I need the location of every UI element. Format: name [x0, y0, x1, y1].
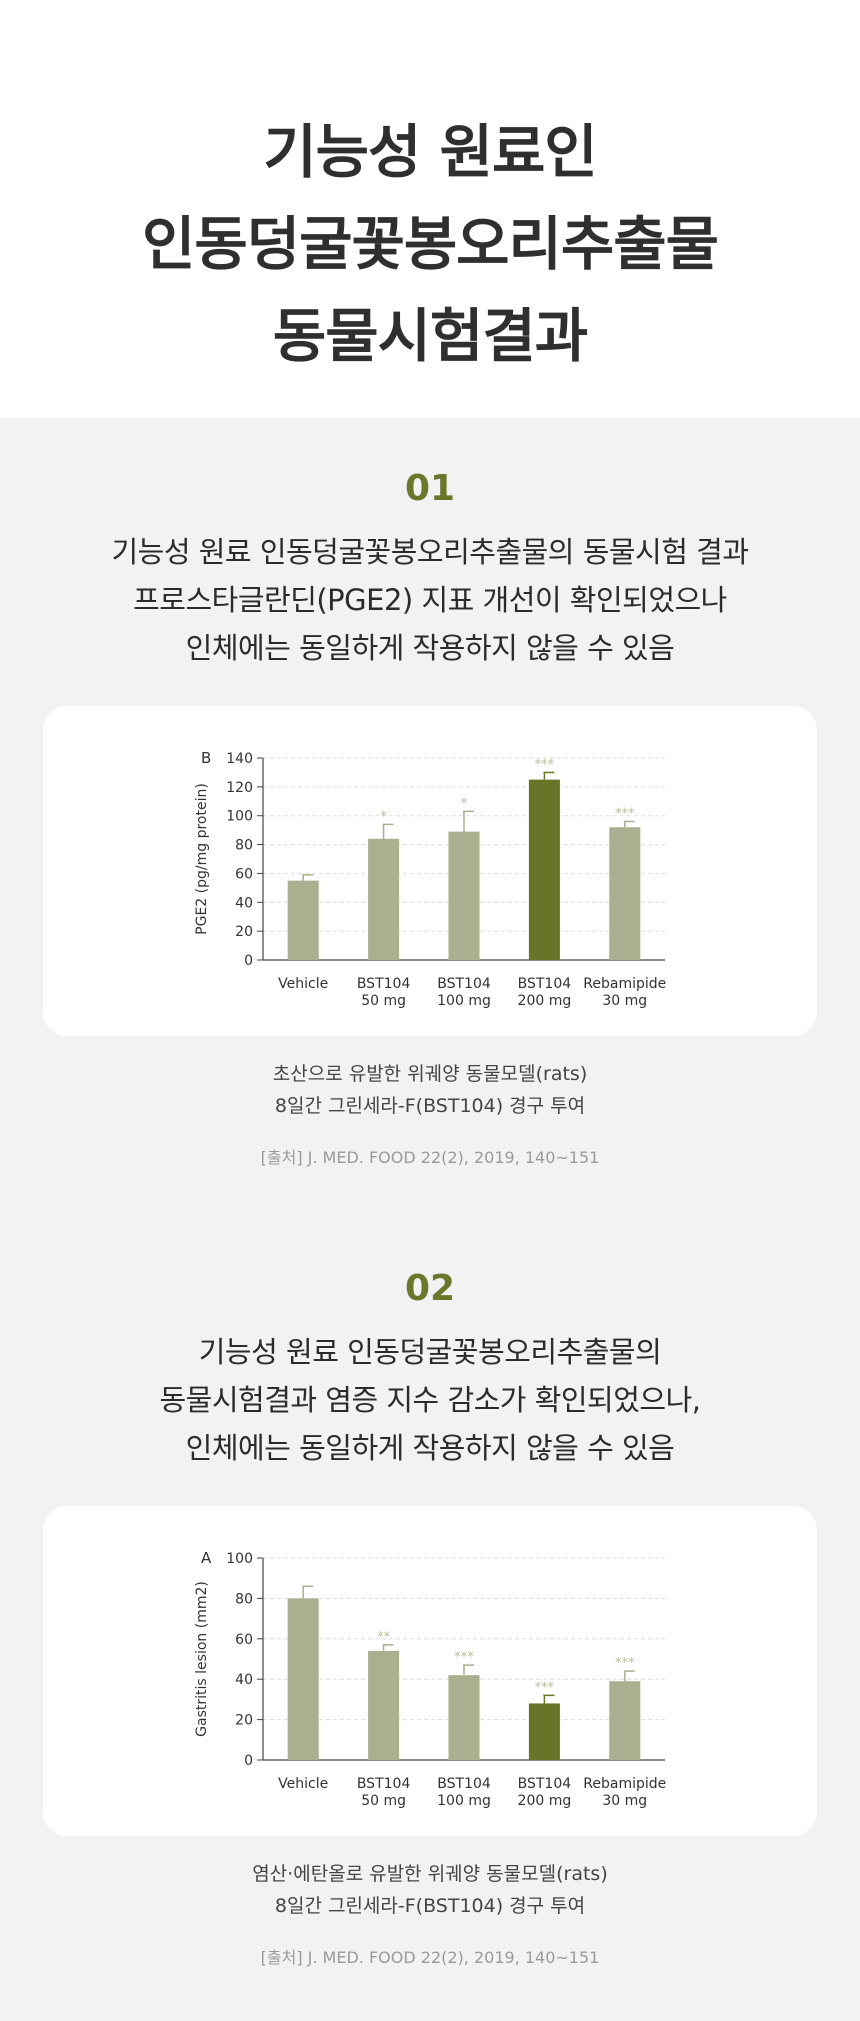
- y-tick-label: 60: [235, 1632, 253, 1648]
- category-label: BST104: [518, 976, 572, 992]
- page-title-line: 기능성 원료인: [263, 118, 597, 186]
- panel-label: B: [201, 749, 211, 767]
- significance-mark: *: [461, 796, 468, 811]
- category-label: Vehicle: [278, 1776, 328, 1792]
- category-sublabel: 200 mg: [518, 1793, 572, 1809]
- chart-card: 0 20 40 60 80 100 A Gastritis lesion (mm2) Vehic…: [43, 1506, 817, 1836]
- bar: [448, 831, 480, 960]
- chart-caption: 초산으로 유발한 위궤양 동물모델(rats) 8일간 그린세라-F(BST10…: [0, 1058, 860, 1122]
- caption-line: 염산·에탄올로 유발한 위궤양 동물모델(rats): [252, 1863, 608, 1885]
- category-sublabel: 30 mg: [602, 993, 647, 1009]
- section-headline: 기능성 원료 인동덩굴꽃봉오리추출물의 동물시험결과 염증 지수 감소가 확인되…: [0, 1328, 860, 1472]
- y-tick-label: 80: [235, 1591, 253, 1607]
- pge2-bar-chart: 0 20 40 60 80 100 120 140 B PGE2 (pg/mg protein) V…: [194, 749, 666, 1009]
- y-tick-label: 0: [244, 1753, 253, 1769]
- bar: [368, 838, 400, 960]
- headline-line: 인체에는 동일하게 작용하지 않을 수 있음: [185, 1431, 675, 1465]
- result-section-02: 02 기능성 원료 인동덩굴꽃봉오리추출물의 동물시험결과 염증 지수 감소가 …: [0, 1218, 860, 2021]
- page-title-line: 인동덩굴꽃봉오리추출물: [142, 210, 719, 278]
- category-sublabel: 30 mg: [602, 1793, 647, 1809]
- category-sublabel: 200 mg: [518, 993, 572, 1009]
- category-sublabel: 50 mg: [361, 1793, 406, 1809]
- hero-header: 기능성 원료인 인동덩굴꽃봉오리추출물 동물시험결과: [0, 0, 860, 418]
- bar: [528, 1703, 560, 1760]
- section-number: 02: [404, 1268, 456, 1309]
- y-tick-label: 40: [235, 895, 253, 911]
- category-label: Rebamipide: [583, 976, 666, 992]
- y-tick-label: 0: [244, 953, 253, 969]
- significance-mark: ***: [535, 757, 555, 772]
- category-sublabel: 100 mg: [437, 993, 491, 1009]
- bar: [287, 880, 319, 960]
- y-tick-label: 60: [235, 866, 253, 882]
- category-label: Rebamipide: [583, 1776, 666, 1792]
- headline-line: 기능성 원료 인동덩굴꽃봉오리추출물의 동물시험 결과: [111, 535, 749, 569]
- section-headline: 기능성 원료 인동덩굴꽃봉오리추출물의 동물시험 결과 프로스타글란딘(PGE2…: [0, 528, 860, 672]
- category-label: BST104: [437, 976, 491, 992]
- category-label: BST104: [518, 1776, 572, 1792]
- panel-label: A: [201, 1549, 212, 1567]
- significance-mark: ***: [454, 1650, 474, 1665]
- bar: [609, 827, 641, 960]
- y-tick-label: 140: [226, 751, 253, 767]
- y-tick-label: 80: [235, 838, 253, 854]
- category-sublabel: 100 mg: [437, 1793, 491, 1809]
- y-tick-label: 20: [235, 1713, 253, 1729]
- caption-line: 초산으로 유발한 위궤양 동물모델(rats): [272, 1063, 588, 1085]
- source-citation: [출처] J. MED. FOOD 22(2), 2019, 140~151: [260, 1148, 600, 1167]
- y-axis-label: PGE2 (pg/mg protein): [194, 783, 210, 935]
- headline-line: 프로스타글란딘(PGE2) 지표 개선이 확인되었으나: [133, 583, 727, 617]
- category-label: Vehicle: [278, 976, 328, 992]
- source-citation: [출처] J. MED. FOOD 22(2), 2019, 140~151: [260, 1948, 600, 1967]
- bar: [448, 1675, 480, 1760]
- headline-line: 동물시험결과 염증 지수 감소가 확인되었으나,: [159, 1383, 701, 1417]
- caption-line: 8일간 그린세라-F(BST104) 경구 투여: [274, 1895, 586, 1917]
- bar: [287, 1598, 319, 1760]
- page-title: 기능성 원료인 인동덩굴꽃봉오리추출물 동물시험결과: [0, 106, 860, 382]
- section-number: 01: [404, 468, 456, 509]
- y-tick-label: 100: [226, 809, 253, 825]
- y-axis-label: Gastritis lesion (mm2): [194, 1581, 210, 1737]
- result-section-01: 01 기능성 원료 인동덩굴꽃봉오리추출물의 동물시험 결과 프로스타글란딘(P…: [0, 418, 860, 1220]
- caption-line: 8일간 그린세라-F(BST104) 경구 투여: [274, 1095, 586, 1117]
- bar: [368, 1650, 400, 1760]
- y-tick-label: 20: [235, 924, 253, 940]
- significance-mark: ***: [615, 1656, 635, 1671]
- y-tick-label: 120: [226, 780, 253, 796]
- headline-line: 인체에는 동일하게 작용하지 않을 수 있음: [185, 631, 675, 665]
- headline-line: 기능성 원료 인동덩굴꽃봉오리추출물의: [198, 1335, 662, 1369]
- category-label: BST104: [437, 1776, 491, 1792]
- category-label: BST104: [357, 976, 411, 992]
- category-sublabel: 50 mg: [361, 993, 406, 1009]
- y-tick-label: 40: [235, 1672, 253, 1688]
- significance-mark: ***: [615, 806, 635, 821]
- significance-mark: **: [377, 1630, 391, 1645]
- category-label: BST104: [357, 1776, 411, 1792]
- bar: [528, 779, 560, 960]
- significance-mark: ***: [535, 1680, 555, 1695]
- gastritis-bar-chart: 0 20 40 60 80 100 A Gastritis lesion (mm2) Vehic…: [194, 1549, 666, 1809]
- y-tick-label: 100: [226, 1551, 253, 1567]
- bar: [609, 1681, 641, 1760]
- page-title-line: 동물시험결과: [272, 302, 588, 370]
- significance-mark: *: [380, 809, 387, 824]
- chart-card: 0 20 40 60 80 100 120 140 B PGE2 (pg/mg protein) V…: [43, 706, 817, 1036]
- chart-caption: 염산·에탄올로 유발한 위궤양 동물모델(rats) 8일간 그린세라-F(BS…: [0, 1858, 860, 1922]
